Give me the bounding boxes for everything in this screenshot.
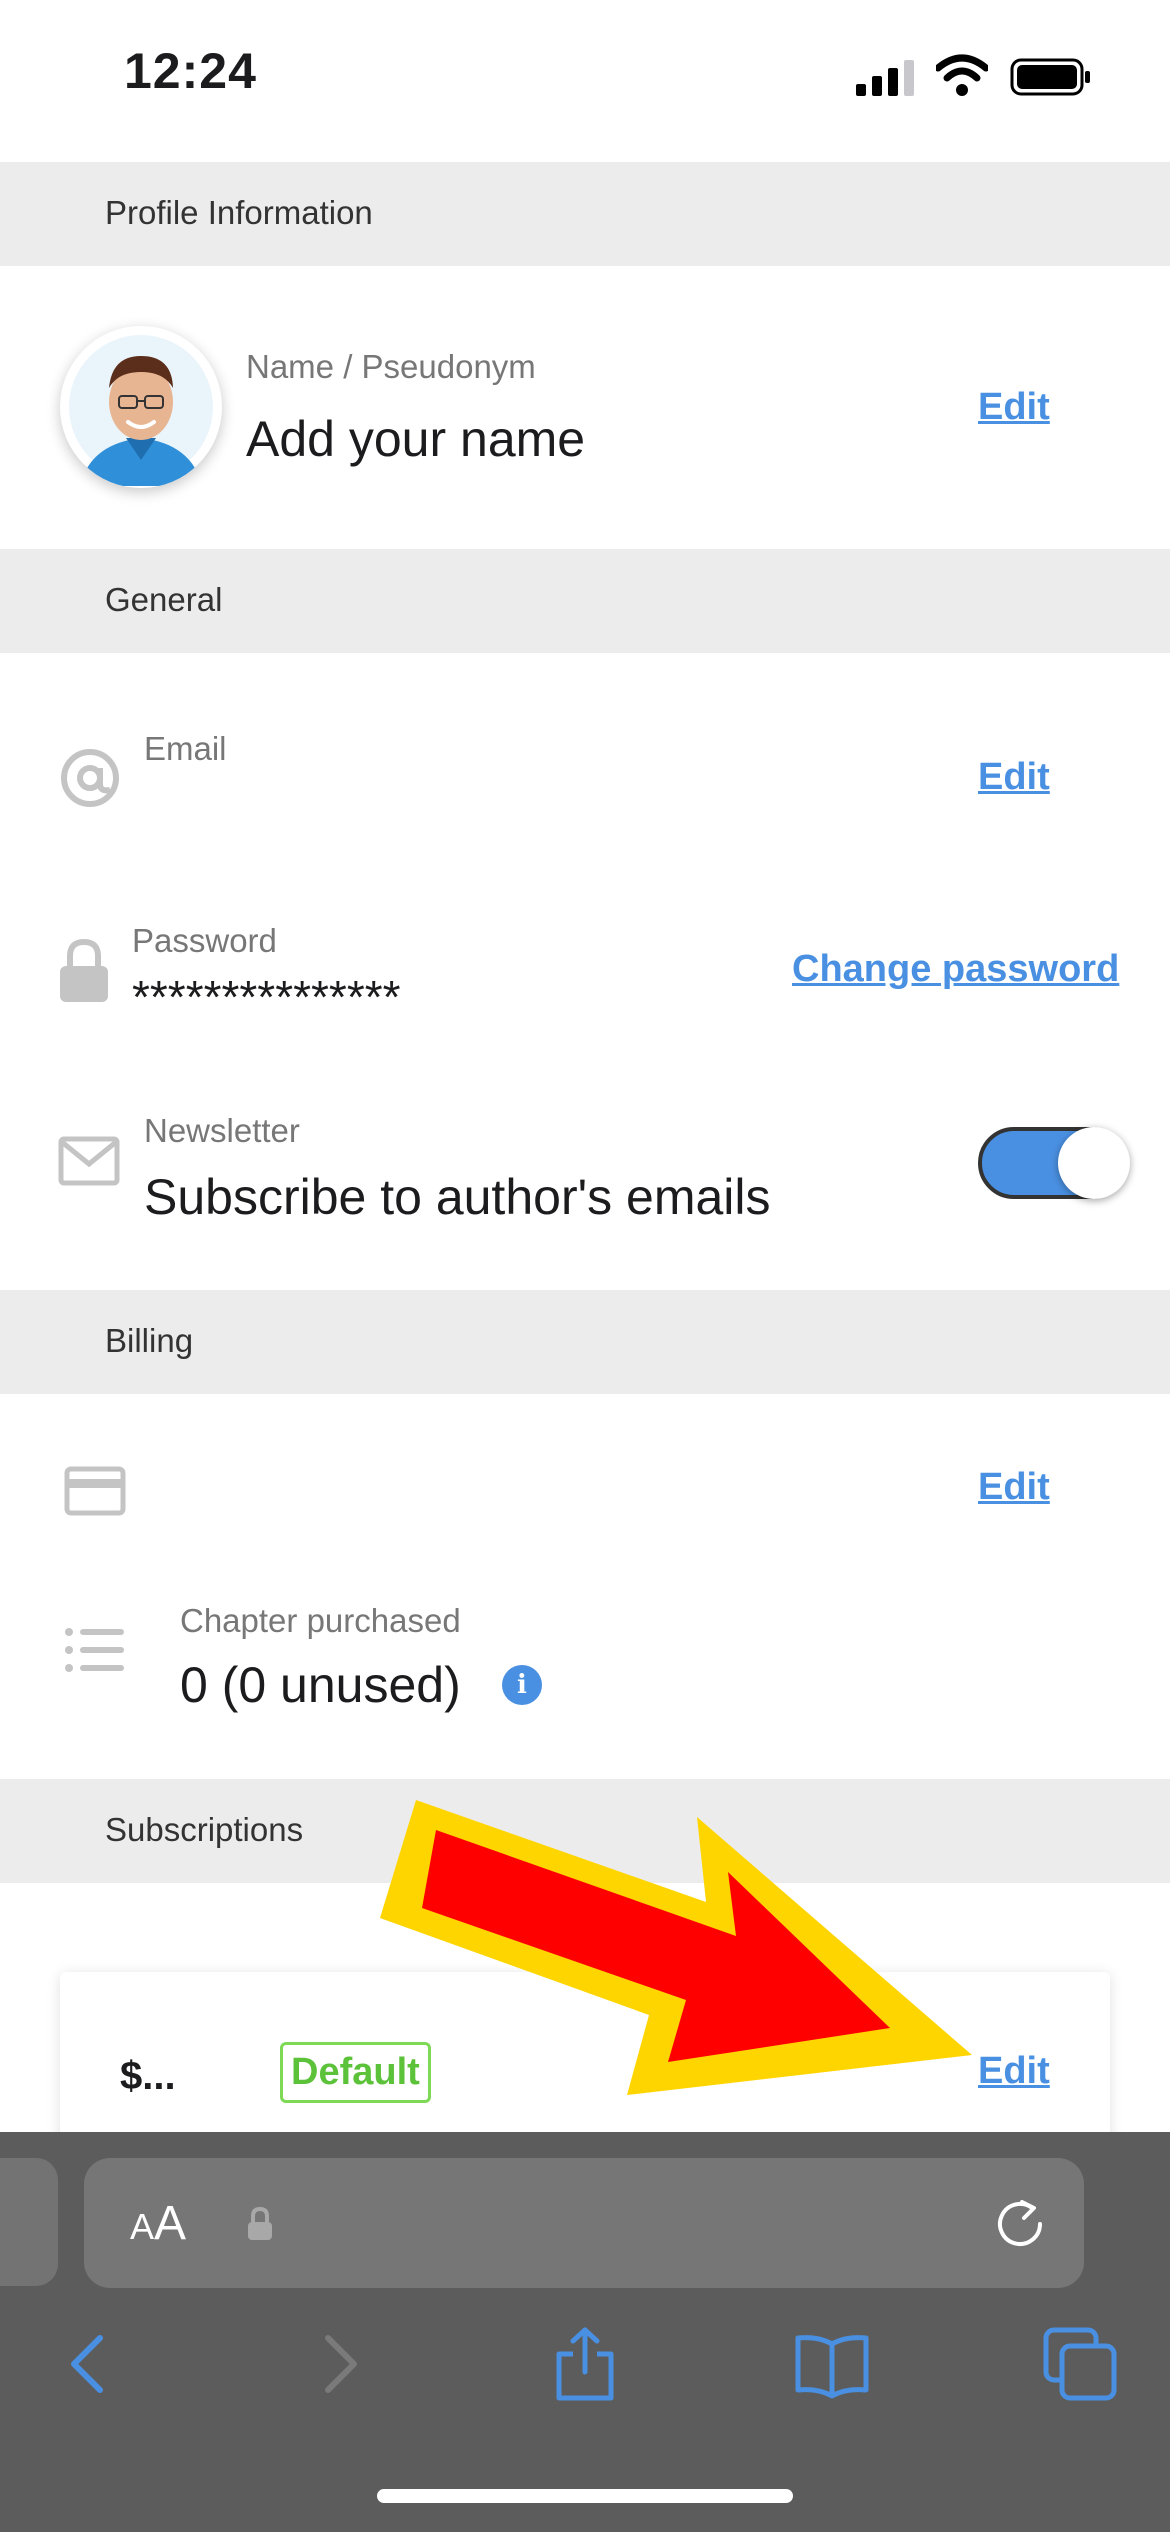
secure-lock-icon xyxy=(248,2206,272,2240)
name-value: Add your name xyxy=(246,411,586,467)
newsletter-label: Newsletter xyxy=(144,1112,300,1149)
status-time: 12:24 xyxy=(124,43,257,99)
password-value: *************** xyxy=(132,971,401,1023)
email-label: Email xyxy=(144,730,227,767)
section-header-profile: Profile Information xyxy=(0,162,1170,266)
section-header-billing: Billing xyxy=(0,1290,1170,1394)
section-title-subscriptions: Subscriptions xyxy=(105,1811,304,1848)
section-title-profile: Profile Information xyxy=(105,194,373,231)
edit-card-button[interactable]: Edit xyxy=(978,1466,1050,1509)
credit-card-icon xyxy=(64,1466,126,1516)
avatar[interactable] xyxy=(60,326,222,488)
status-bar: 12:24 xyxy=(0,0,1170,160)
section-title-general: General xyxy=(105,581,223,618)
section-title-billing: Billing xyxy=(105,1322,194,1359)
info-icon[interactable]: i xyxy=(502,1665,542,1705)
at-sign-icon xyxy=(61,749,119,807)
avatar-photo xyxy=(69,335,213,486)
browser-toolbar: AA xyxy=(0,2132,1170,2532)
battery-icon xyxy=(1010,58,1090,96)
password-label: Password xyxy=(132,922,277,959)
section-header-general: General xyxy=(0,549,1170,653)
text-size-button[interactable]: AA xyxy=(130,2196,186,2251)
edit-email-button[interactable]: Edit xyxy=(978,756,1050,799)
cellular-signal-icon xyxy=(856,58,914,96)
tabs-icon[interactable] xyxy=(1040,2324,1120,2404)
wifi-icon xyxy=(936,54,988,96)
aa-small-glyph: A xyxy=(130,2206,155,2247)
annotation-arrow-icon xyxy=(380,1800,972,2095)
forward-icon[interactable] xyxy=(300,2324,380,2404)
list-icon xyxy=(65,1628,124,1672)
aa-large-glyph: A xyxy=(154,2197,187,2250)
name-label: Name / Pseudonym xyxy=(246,348,536,385)
edit-name-button[interactable]: Edit xyxy=(978,386,1050,429)
lock-icon xyxy=(60,938,108,1002)
address-bar[interactable]: AA xyxy=(84,2158,1084,2288)
reload-icon[interactable] xyxy=(992,2196,1048,2252)
change-password-button[interactable]: Change password xyxy=(792,948,1119,991)
previous-tab-preview[interactable] xyxy=(0,2158,58,2286)
newsletter-toggle[interactable] xyxy=(978,1127,1130,1199)
chapters-value: 0 (0 unused) xyxy=(180,1657,461,1713)
back-icon[interactable] xyxy=(48,2324,128,2404)
newsletter-value: Subscribe to author's emails xyxy=(144,1169,771,1225)
subscription-price: $... xyxy=(120,2054,176,2098)
bookmarks-icon[interactable] xyxy=(792,2324,872,2404)
share-icon[interactable] xyxy=(545,2324,625,2404)
chapters-label: Chapter purchased xyxy=(180,1602,461,1639)
home-indicator[interactable] xyxy=(377,2489,793,2503)
toggle-knob xyxy=(1058,1127,1130,1199)
envelope-icon xyxy=(58,1136,120,1186)
